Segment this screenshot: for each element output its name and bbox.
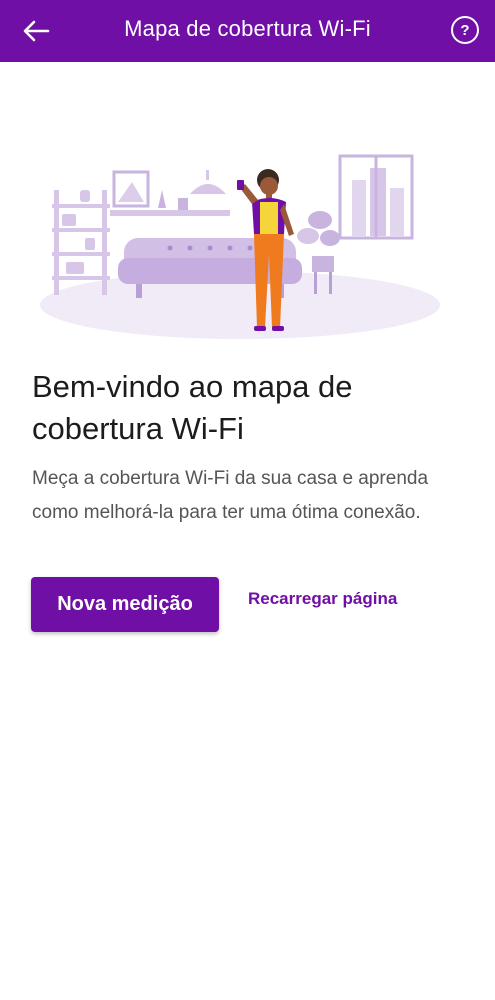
app-bar: Mapa de cobertura Wi-Fi ? [0,0,495,62]
welcome-title: Bem-vindo ao mapa de cobertura Wi-Fi [32,369,353,446]
page-title: Mapa de cobertura Wi-Fi [124,16,371,41]
new-measurement-button[interactable]: Nova medição [31,577,219,632]
help-circle-icon: ? [460,21,470,39]
welcome-description: Meça a cobertura Wi-Fi da sua casa e apr… [32,468,429,523]
reload-page-button[interactable]: Recarregar página [248,585,397,613]
help-button[interactable]: ? [451,16,479,44]
living-room-illustration [40,154,440,339]
